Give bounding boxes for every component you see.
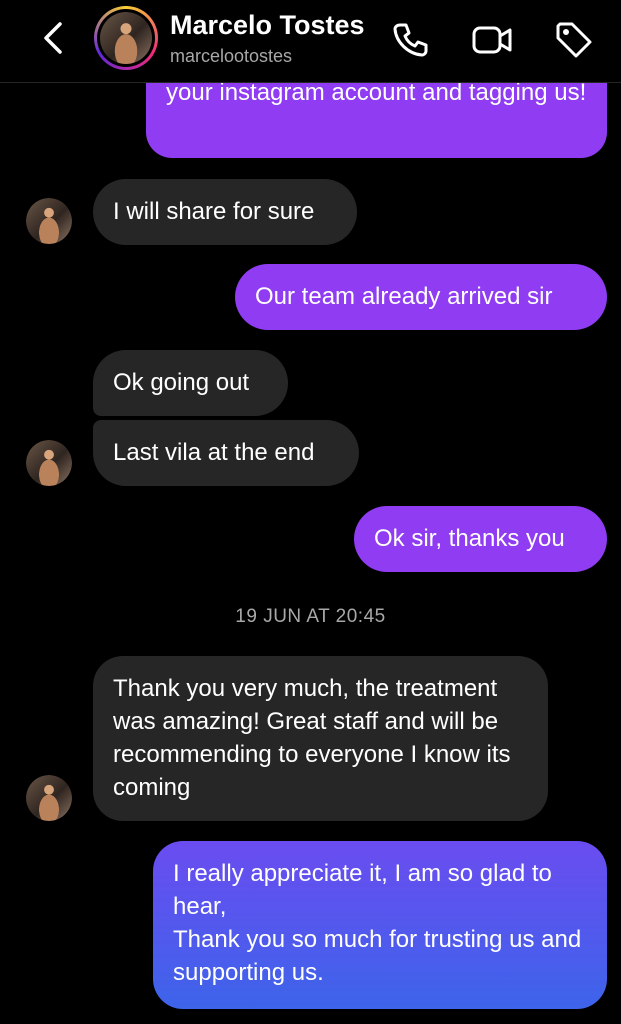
- sender-avatar[interactable]: [26, 775, 72, 821]
- profile-name[interactable]: Marcelo Tostes: [170, 10, 365, 41]
- sender-avatar[interactable]: [26, 440, 72, 486]
- message-text: Our team already arrived sir: [255, 283, 553, 310]
- message-incoming[interactable]: Last vila at the end: [93, 420, 359, 486]
- profile-avatar[interactable]: [94, 6, 158, 70]
- message-outgoing[interactable]: Ok sir, thanks you: [354, 506, 607, 572]
- chat-header: Marcelo Tostes marcelootostes: [0, 0, 621, 83]
- message-incoming[interactable]: I will share for sure: [93, 179, 357, 245]
- message-text-line: I really appreciate it, I am so glad to …: [173, 860, 552, 920]
- message-text-line: Thank you so much for trusting us and su…: [173, 926, 582, 986]
- message-text: your instagram account and tagging us!: [166, 79, 587, 106]
- tag-icon[interactable]: [552, 18, 596, 62]
- video-camera-icon[interactable]: [470, 18, 514, 62]
- phone-icon[interactable]: [388, 18, 432, 62]
- message-text: Ok going out: [113, 369, 250, 396]
- message-text: Ok sir, thanks you: [374, 525, 565, 552]
- message-incoming[interactable]: Ok going out: [93, 350, 288, 416]
- message-text: Thank you very much, the treatment was a…: [113, 675, 511, 801]
- profile-username[interactable]: marcelootostes: [170, 46, 292, 67]
- message-incoming[interactable]: Thank you very much, the treatment was a…: [93, 656, 548, 821]
- message-text: Last vila at the end: [113, 439, 315, 466]
- back-chevron-icon[interactable]: [36, 18, 72, 58]
- timestamp: 19 JUN AT 20:45: [235, 606, 386, 627]
- message-text: I will share for sure: [113, 198, 315, 225]
- sender-avatar[interactable]: [26, 198, 72, 244]
- message-outgoing[interactable]: I really appreciate it, I am so glad to …: [153, 841, 607, 1009]
- message-outgoing[interactable]: Our team already arrived sir: [235, 264, 607, 330]
